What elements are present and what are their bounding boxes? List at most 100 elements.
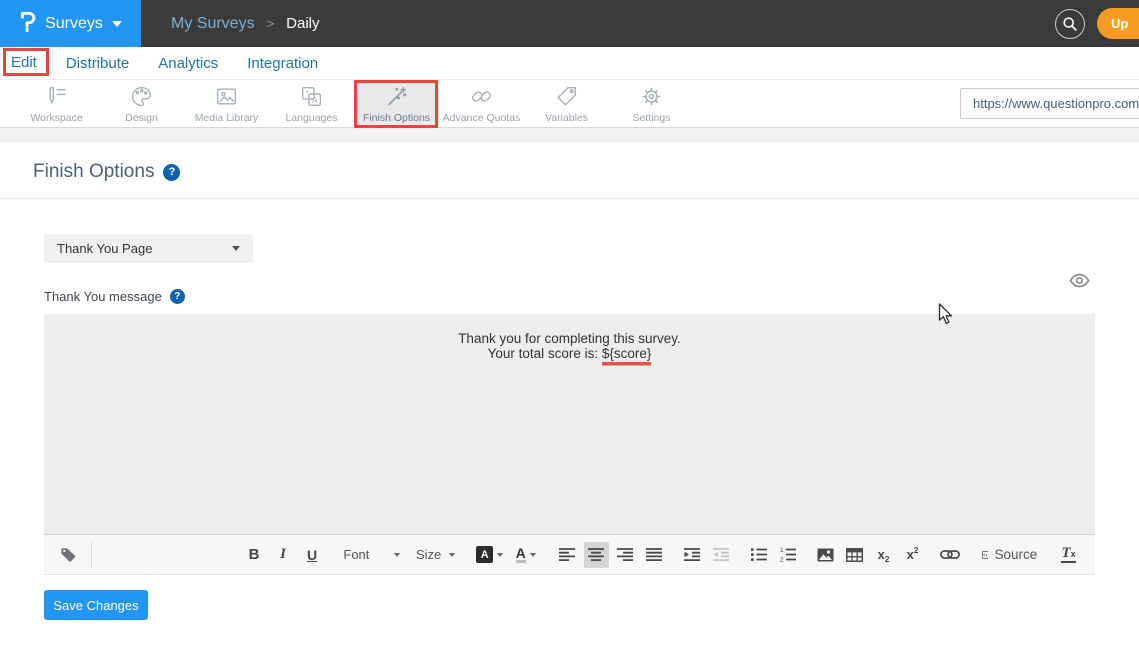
- size-dropdown[interactable]: Size: [410, 542, 461, 568]
- text-color-button[interactable]: A: [510, 542, 542, 568]
- tab-edit[interactable]: Edit: [10, 52, 38, 74]
- link-icon: [940, 548, 960, 561]
- bulleted-list-button[interactable]: [746, 542, 771, 568]
- topbar-actions: Up: [1055, 0, 1139, 47]
- insert-variable-button[interactable]: [56, 542, 81, 568]
- toolbar-item-workspace[interactable]: Workspace: [14, 80, 99, 128]
- toolbar-item-label: Advance Quotas: [443, 112, 521, 124]
- chevron-down-icon: [497, 553, 503, 557]
- toolbar-item-variables[interactable]: Variables: [524, 80, 609, 128]
- align-left-icon: [559, 547, 575, 562]
- increase-indent-icon: [684, 547, 700, 562]
- breadcrumb-my-surveys[interactable]: My Surveys: [171, 15, 255, 33]
- app-window: Surveys My Surveys > Daily Up Edit Distr…: [0, 0, 1139, 650]
- bold-button[interactable]: B: [242, 542, 267, 568]
- tab-analytics[interactable]: Analytics: [157, 53, 219, 74]
- table-icon: [846, 548, 863, 562]
- app-menu-label: Surveys: [45, 15, 103, 33]
- page-title: Finish Options: [33, 161, 154, 183]
- survey-tab-bar: Edit Distribute Analytics Integration: [0, 47, 1139, 80]
- title-divider: [0, 198, 1139, 199]
- font-dropdown-label: Font: [343, 547, 369, 562]
- save-changes-button[interactable]: Save Changes: [44, 590, 148, 620]
- questionpro-logo-icon: [19, 9, 36, 38]
- help-icon[interactable]: ?: [170, 289, 185, 304]
- preview-button[interactable]: [1069, 273, 1090, 293]
- source-button-label: Source: [994, 547, 1037, 562]
- increase-indent-button[interactable]: [679, 542, 704, 568]
- toolbar-item-advance-quotas[interactable]: Advance Quotas: [439, 80, 524, 128]
- align-right-icon: [617, 547, 633, 562]
- tab-integration[interactable]: Integration: [246, 53, 319, 74]
- toolbar-item-label: Settings: [633, 112, 671, 124]
- advance-quotas-icon: [469, 84, 494, 109]
- insert-table-button[interactable]: [842, 542, 867, 568]
- superscript-button[interactable]: x2: [900, 542, 925, 568]
- chevron-down-icon: [449, 553, 455, 557]
- mouse-cursor: [938, 303, 955, 332]
- editor-content-area[interactable]: Thank you for completing this survey. Yo…: [44, 314, 1095, 534]
- toolbar-item-label: Media Library: [195, 112, 259, 124]
- insert-image-button[interactable]: [813, 542, 838, 568]
- workspace-icon: [44, 84, 69, 109]
- tag-icon: [59, 545, 78, 564]
- finish-type-dropdown[interactable]: Thank You Page: [44, 234, 253, 263]
- align-left-button[interactable]: [555, 542, 580, 568]
- italic-button[interactable]: I: [271, 542, 296, 568]
- breadcrumb-current-survey: Daily: [286, 15, 319, 32]
- search-button[interactable]: [1055, 9, 1085, 39]
- toolbar-item-label: Workspace: [30, 112, 82, 124]
- chevron-down-icon: [112, 21, 122, 27]
- section-divider-strip: [0, 128, 1139, 142]
- numbered-list-button[interactable]: 1 2: [775, 542, 800, 568]
- background-color-button[interactable]: A: [474, 542, 506, 568]
- bulleted-list-icon: [751, 547, 767, 562]
- toolbar-item-label: Variables: [545, 112, 588, 124]
- top-navigation-bar: Surveys My Surveys > Daily Up: [0, 0, 1139, 47]
- finish-type-selected-value: Thank You Page: [57, 241, 152, 256]
- languages-icon: * A: [299, 84, 324, 109]
- svg-text:1: 1: [780, 547, 784, 554]
- help-icon[interactable]: ?: [163, 164, 180, 181]
- svg-text:A: A: [312, 95, 318, 105]
- decrease-indent-icon: [713, 547, 729, 562]
- toolbar-item-settings[interactable]: Settings: [609, 80, 694, 128]
- align-right-button[interactable]: [613, 542, 638, 568]
- toolbar-item-label: Languages: [286, 112, 338, 124]
- tab-distribute[interactable]: Distribute: [65, 53, 130, 74]
- text-color-icon: A: [516, 546, 526, 563]
- chevron-down-icon: [232, 246, 240, 251]
- editor-line2-prefix: Your total score is:: [488, 346, 602, 361]
- thank-you-message-label: Thank You message: [44, 289, 162, 304]
- survey-url-input[interactable]: [960, 88, 1139, 119]
- finish-options-panel: Finish Options ? Thank You Page Thank Yo…: [0, 142, 1139, 650]
- size-dropdown-label: Size: [416, 547, 441, 562]
- toolbar-item-label: Design: [125, 112, 158, 124]
- breadcrumb: My Surveys > Daily: [171, 15, 320, 33]
- surveys-app-menu-button[interactable]: Surveys: [0, 0, 141, 47]
- chevron-down-icon: [394, 553, 400, 557]
- thank-you-message-editor: Thank you for completing this survey. Yo…: [44, 314, 1095, 575]
- remove-format-button[interactable]: Tx: [1056, 542, 1081, 568]
- eye-icon: [1069, 273, 1090, 288]
- toolbar-separator: [91, 542, 92, 568]
- toolbar-item-design[interactable]: Design: [99, 80, 184, 128]
- score-variable-annotated: ${score}: [602, 347, 652, 363]
- toolbar-item-languages[interactable]: * A Languages: [269, 80, 354, 128]
- subscript-button[interactable]: x2: [871, 542, 896, 568]
- toolbar-item-media-library[interactable]: Media Library: [184, 80, 269, 128]
- justify-button[interactable]: [642, 542, 667, 568]
- underline-button[interactable]: U: [300, 542, 325, 568]
- editor-text-line-1: Thank you for completing this survey.: [44, 332, 1095, 347]
- align-center-button[interactable]: [584, 542, 609, 568]
- font-dropdown[interactable]: Font: [337, 542, 406, 568]
- insert-link-button[interactable]: [938, 542, 963, 568]
- source-code-icon: [982, 547, 989, 563]
- decrease-indent-button[interactable]: [708, 542, 733, 568]
- edit-toolbar: Workspace Design Media Library * A: [0, 80, 1139, 128]
- upgrade-button[interactable]: Up: [1097, 8, 1139, 39]
- source-button[interactable]: Source: [976, 542, 1043, 568]
- editor-text-line-2: Your total score is: ${score}: [44, 347, 1095, 363]
- toolbar-item-finish-options[interactable]: Finish Options: [354, 80, 439, 128]
- settings-icon: [639, 84, 664, 109]
